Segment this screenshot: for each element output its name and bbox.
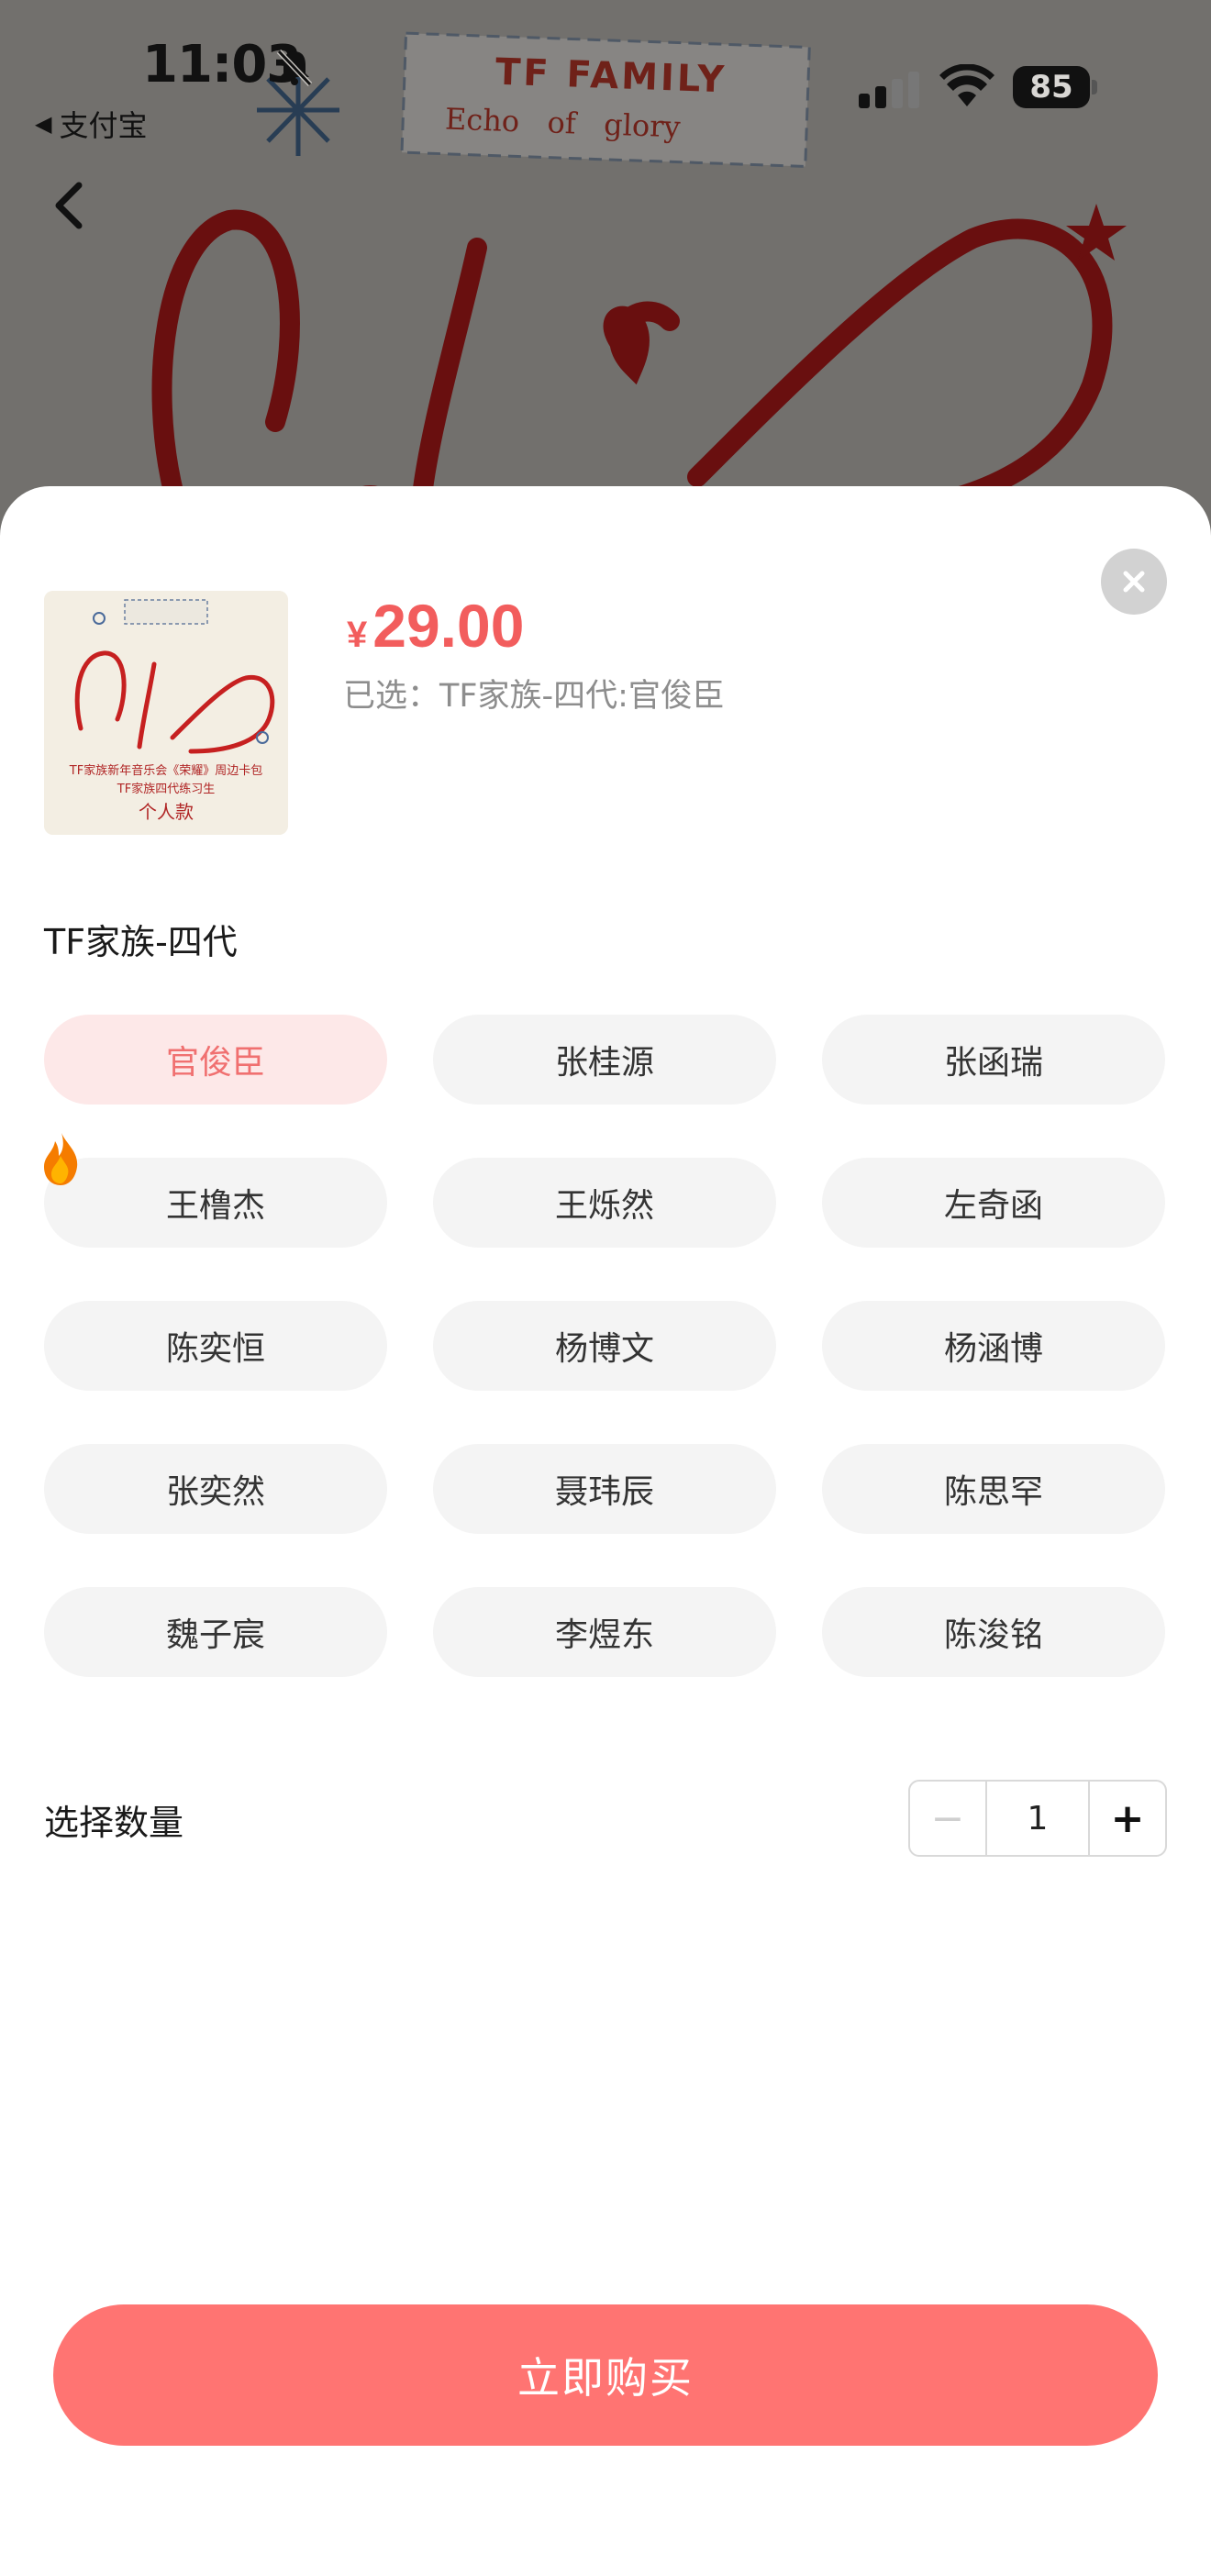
price-amount: 29.00	[372, 592, 525, 660]
back-chevron-icon[interactable]	[46, 176, 94, 235]
increment-button[interactable]: +	[1088, 1782, 1165, 1855]
back-app-label: 支付宝	[59, 108, 148, 143]
thumbnail-caption-line1: TF家族新年音乐会《荣耀》周边卡包	[69, 764, 263, 778]
signal-icon	[859, 72, 919, 108]
battery-level: 85	[1013, 66, 1090, 108]
option-chenjunming[interactable]: 陈浚铭	[822, 1587, 1165, 1677]
status-bar: 11:03 ◀ 支付宝 85	[0, 0, 1211, 143]
option-liyudong[interactable]: 李煜东	[433, 1587, 776, 1677]
close-icon	[1123, 571, 1145, 593]
buy-now-button[interactable]: 立即购买	[53, 2304, 1158, 2446]
back-to-app-link[interactable]: ◀ 支付宝	[35, 103, 147, 145]
product-thumbnail: TF家族新年音乐会《荣耀》周边卡包 TF家族四代练习生 个人款	[44, 591, 288, 835]
wifi-icon	[939, 64, 994, 106]
option-zhangyiran[interactable]: 张奕然	[44, 1444, 387, 1534]
decrement-button[interactable]: −	[910, 1782, 987, 1855]
bell-slash-icon	[276, 49, 313, 87]
option-chensihan[interactable]: 陈思罕	[822, 1444, 1165, 1534]
option-wangshuoran[interactable]: 王烁然	[433, 1158, 776, 1248]
product-price: ¥29.00	[347, 591, 524, 661]
thumbnail-caption-line3: 个人款	[139, 801, 194, 823]
close-button[interactable]	[1101, 549, 1167, 615]
selected-sku-text: 已选：TF家族-四代:官俊臣	[343, 678, 725, 715]
spec-group-title: TF家族-四代	[44, 922, 238, 962]
price-currency: ¥	[347, 615, 368, 655]
option-guanjunchen[interactable]: 官俊臣	[44, 1015, 387, 1105]
option-zhangguiyuan[interactable]: 张桂源	[433, 1015, 776, 1105]
option-zhanghanrui[interactable]: 张函瑞	[822, 1015, 1165, 1105]
option-nieweichen[interactable]: 聂玮辰	[433, 1444, 776, 1534]
thumbnail-caption-line2: TF家族四代练习生	[117, 783, 216, 796]
flame-icon	[44, 1130, 78, 1185]
option-wanglujie[interactable]: 王橹杰	[44, 1158, 387, 1248]
option-chenyiheng[interactable]: 陈奕恒	[44, 1301, 387, 1391]
option-yangbowen[interactable]: 杨博文	[433, 1301, 776, 1391]
option-zuoqihan[interactable]: 左奇函	[822, 1158, 1165, 1248]
back-triangle-icon: ◀	[35, 111, 52, 137]
quantity-value[interactable]: 1	[987, 1782, 1088, 1855]
quantity-label: 选择数量	[44, 1803, 184, 1843]
option-weizichen[interactable]: 魏子宸	[44, 1587, 387, 1677]
battery-indicator: 85	[1013, 66, 1097, 108]
option-yanghanbo[interactable]: 杨涵博	[822, 1301, 1165, 1391]
quantity-stepper: − 1 +	[908, 1780, 1167, 1857]
